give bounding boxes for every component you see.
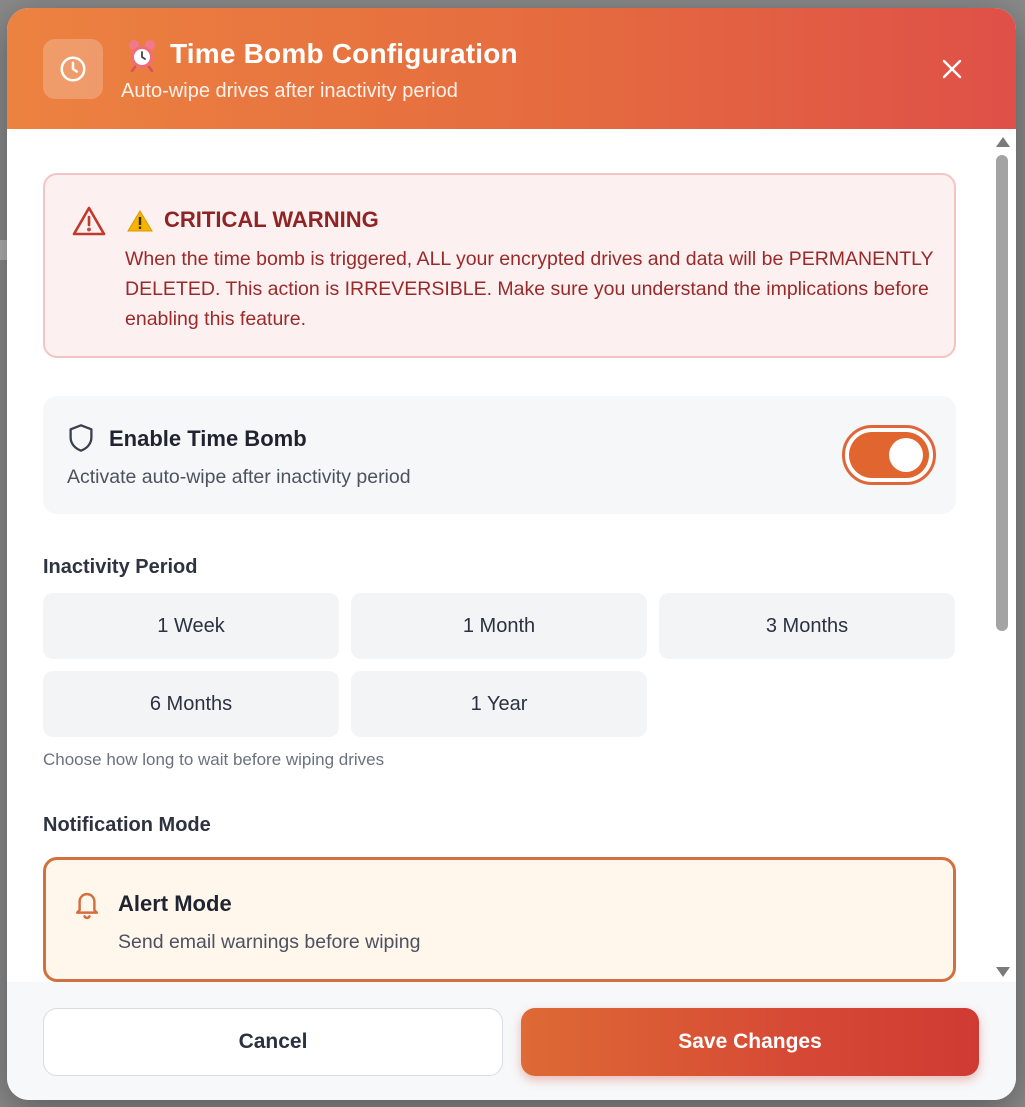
alert-mode-title: Alert Mode	[118, 891, 232, 916]
period-option-1-month[interactable]: 1 Month	[351, 593, 647, 659]
warning-text: When the time bomb is triggered, ALL you…	[125, 248, 934, 330]
shield-icon	[69, 424, 93, 452]
scroll-down-arrow[interactable]	[996, 967, 1010, 977]
enable-time-bomb-toggle[interactable]	[842, 425, 936, 485]
scroll-thumb[interactable]	[996, 155, 1008, 631]
period-option-1-year[interactable]: 1 Year	[351, 671, 647, 737]
notification-mode-label: Notification Mode	[43, 814, 211, 836]
modal-title: Time Bomb Configuration	[170, 38, 518, 69]
period-option-6-months[interactable]: 6 Months	[43, 671, 339, 737]
content-scrollbar[interactable]	[993, 129, 1010, 982]
inactivity-helper-text: Choose how long to wait before wiping dr…	[43, 750, 385, 769]
time-bomb-modal: Time Bomb Configuration Auto-wipe drives…	[7, 8, 1016, 1100]
alert-mode-description: Send email warnings before wiping	[118, 931, 421, 953]
enable-time-bomb-description: Activate auto-wipe after inactivity peri…	[67, 466, 411, 488]
cancel-button[interactable]: Cancel	[43, 1008, 503, 1076]
bell-icon	[75, 892, 99, 920]
scroll-up-arrow[interactable]	[996, 137, 1010, 147]
enable-time-bomb-title: Enable Time Bomb	[109, 426, 307, 451]
close-button[interactable]	[935, 52, 969, 86]
close-icon	[942, 59, 962, 79]
warning-emoji-icon	[127, 210, 153, 232]
alert-triangle-icon	[72, 206, 106, 236]
modal-content: CRITICAL WARNING When the time bomb is t…	[7, 129, 1016, 982]
notification-option-alert-mode[interactable]: Alert Mode Send email warnings before wi…	[43, 857, 956, 982]
save-changes-button[interactable]: Save Changes	[521, 1008, 979, 1076]
alarm-clock-emoji	[129, 40, 155, 72]
modal-footer: Cancel Save Changes	[7, 982, 1016, 1100]
inactivity-period-label: Inactivity Period	[43, 556, 198, 578]
warning-title: CRITICAL WARNING	[164, 207, 379, 232]
modal-subtitle: Auto-wipe drives after inactivity period	[121, 80, 458, 102]
toggle-knob	[889, 438, 923, 472]
period-option-1-week[interactable]: 1 Week	[43, 593, 339, 659]
clock-icon	[43, 39, 103, 99]
enable-time-bomb-card: Enable Time Bomb Activate auto-wipe afte…	[43, 396, 956, 514]
toggle-track	[849, 432, 929, 478]
critical-warning-box: CRITICAL WARNING When the time bomb is t…	[43, 173, 956, 358]
period-option-3-months[interactable]: 3 Months	[659, 593, 955, 659]
modal-header: Time Bomb Configuration Auto-wipe drives…	[7, 8, 1016, 129]
